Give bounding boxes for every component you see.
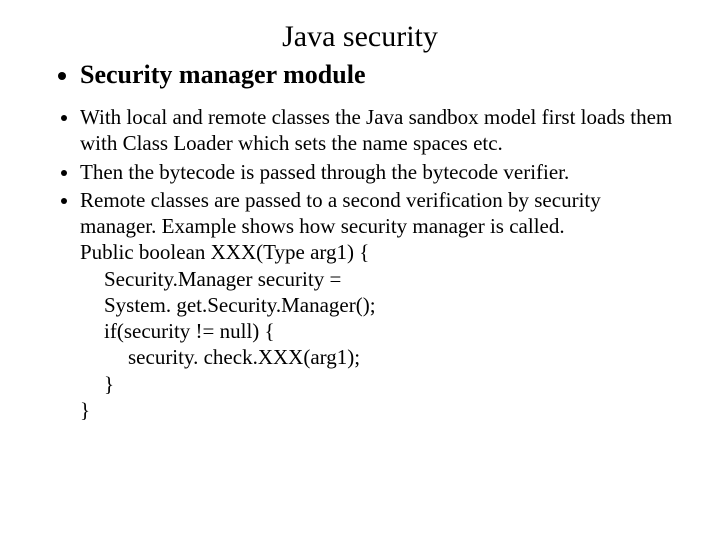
code-line-5: security. check.XXX(arg1);: [80, 344, 680, 370]
slide: Java security Security manager module Wi…: [0, 0, 720, 445]
code-line-3: System. get.Security.Manager();: [80, 292, 680, 318]
bullet-2: Then the bytecode is passed through the …: [80, 159, 680, 185]
code-line-4: if(security != null) {: [80, 318, 680, 344]
heading-bullet: Security manager module: [80, 60, 680, 90]
code-line-1: Public boolean XXX(Type arg1) {: [80, 239, 680, 265]
code-line-2: Security.Manager security =: [80, 266, 680, 292]
code-line-6: }: [80, 371, 680, 397]
code-block: Public boolean XXX(Type arg1) { Security…: [80, 239, 680, 423]
bullet-3-text: Remote classes are passed to a second ve…: [80, 188, 601, 238]
inner-list: With local and remote classes the Java s…: [40, 104, 680, 423]
outer-list: Security manager module: [40, 60, 680, 90]
bullet-1: With local and remote classes the Java s…: [80, 104, 680, 157]
slide-title: Java security: [40, 20, 680, 54]
code-line-7: }: [80, 397, 680, 423]
bullet-3: Remote classes are passed to a second ve…: [80, 187, 680, 423]
